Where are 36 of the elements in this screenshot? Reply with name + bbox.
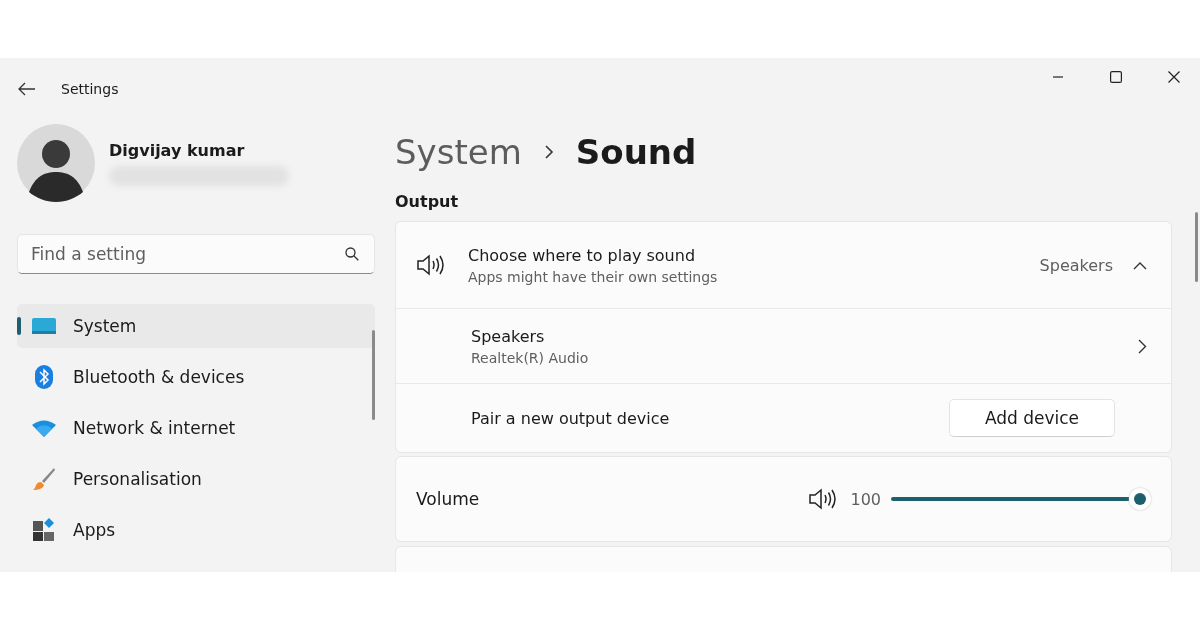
device-description: Realtek(R) Audio — [471, 349, 590, 366]
scrollbar[interactable] — [1195, 212, 1198, 282]
volume-label: Volume — [416, 489, 481, 509]
back-arrow-icon[interactable] — [18, 82, 36, 96]
window-title: Settings — [61, 81, 119, 97]
chevron-right-icon — [543, 144, 554, 160]
sidebar-item[interactable]: System — [17, 304, 375, 348]
close-icon[interactable] — [1168, 71, 1180, 83]
chevron-right-icon — [1138, 338, 1147, 354]
output-selector-row[interactable]: Choose where to play sound Apps might have their own settings Speakers — [396, 222, 1171, 309]
search-icon — [345, 247, 359, 261]
monitor-icon — [30, 316, 58, 336]
page-title: Sound — [575, 132, 697, 172]
sidebar-item[interactable]: Apps — [17, 508, 375, 552]
maximize-icon[interactable] — [1110, 71, 1122, 83]
volume-reading: 100 — [850, 489, 881, 509]
pair-device-label: Pair a new output device — [471, 408, 671, 428]
wifi-icon — [30, 419, 58, 437]
row-title: Choose where to play sound — [468, 245, 697, 265]
selected-output-value: Speakers — [1039, 255, 1113, 275]
sidebar-item[interactable]: Personalisation — [17, 457, 375, 501]
add-device-button[interactable]: Add device — [949, 399, 1115, 437]
user-name: Digvijay kumar — [109, 140, 246, 160]
chevron-icon[interactable] — [1133, 260, 1147, 270]
slider-thumb[interactable] — [1129, 488, 1151, 510]
device-row[interactable]: Speakers Realtek(R) Audio — [396, 309, 1171, 384]
search-field[interactable]: Find a setting — [17, 234, 375, 274]
sidebar-item[interactable]: Bluetooth & devices — [17, 355, 375, 399]
sidebar-item[interactable]: Network & internet — [17, 406, 375, 450]
speaker-icon — [416, 254, 444, 276]
breadcrumb-parent[interactable]: System — [395, 132, 522, 172]
device-name: Speakers — [471, 326, 546, 346]
row-subtitle: Apps might have their own settings — [468, 268, 719, 285]
selection-indicator — [17, 317, 21, 335]
speaker-icon[interactable] — [808, 488, 837, 510]
section-heading: Output — [395, 192, 460, 211]
